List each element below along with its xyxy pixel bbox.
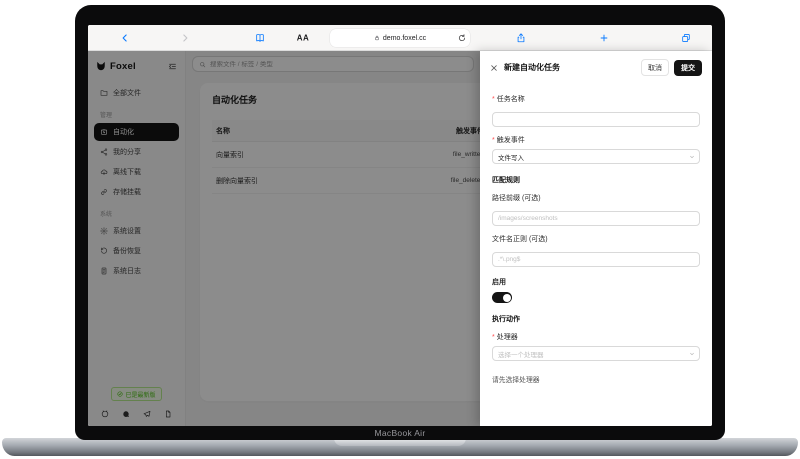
match-rules-section-title: 匹配规则: [492, 175, 700, 185]
tabs-icon[interactable]: [681, 33, 691, 43]
enabled-toggle[interactable]: [492, 292, 512, 303]
address-bar[interactable]: demo.foxel.cc: [330, 29, 470, 47]
required-mark: *: [492, 137, 495, 144]
drawer-header: 新建自动化任务 取消 提交: [480, 51, 712, 83]
required-mark: *: [492, 96, 495, 103]
toggle-knob: [503, 294, 511, 302]
chevron-down-icon: [689, 351, 695, 357]
drawer-title: 新建自动化任务: [504, 62, 560, 73]
trigger-event-value: 文件写入: [498, 152, 524, 162]
drawer-mask[interactable]: [88, 51, 480, 426]
action-section-title: 执行动作: [492, 314, 700, 324]
text-size-button[interactable]: AA: [297, 33, 310, 42]
filename-regex-input[interactable]: [492, 252, 700, 267]
back-icon[interactable]: [121, 33, 130, 42]
task-name-label: * 任务名称: [492, 94, 700, 104]
forward-icon[interactable]: [181, 33, 190, 42]
lock-icon: [374, 35, 380, 41]
share-icon[interactable]: [516, 32, 526, 43]
macbook-mockup: AA demo.foxel.cc: [0, 0, 800, 459]
path-prefix-label: 路径前缀 (可选): [492, 193, 700, 203]
laptop-base: [2, 438, 798, 456]
enabled-label: 启用: [492, 277, 700, 287]
foxel-app: Foxel 全部文件 管理: [88, 51, 712, 426]
cancel-button[interactable]: 取消: [641, 59, 669, 76]
submit-button[interactable]: 提交: [674, 60, 702, 76]
task-name-input[interactable]: [492, 112, 700, 127]
processor-select[interactable]: 选择一个处理器: [492, 346, 700, 361]
trigger-event-select[interactable]: 文件写入: [492, 149, 700, 164]
close-icon[interactable]: [490, 64, 498, 72]
chevron-down-icon: [689, 154, 695, 160]
path-prefix-input[interactable]: [492, 211, 700, 226]
processor-label: * 处理器: [492, 332, 700, 342]
drawer-form: * 任务名称 * 触发事件 文件写入: [480, 83, 712, 426]
device-label: MacBook Air: [75, 428, 725, 438]
screen: AA demo.foxel.cc: [88, 25, 712, 426]
processor-placeholder: 选择一个处理器: [498, 349, 544, 359]
reading-list-icon[interactable]: [255, 33, 265, 43]
required-mark: *: [492, 334, 495, 341]
url-text: demo.foxel.cc: [383, 35, 426, 42]
new-task-drawer: 新建自动化任务 取消 提交 * 任务名称 *: [480, 51, 712, 426]
safari-toolbar: AA demo.foxel.cc: [88, 25, 712, 51]
laptop-bezel: AA demo.foxel.cc: [75, 5, 725, 440]
trigger-event-label: * 触发事件: [492, 135, 700, 145]
new-tab-icon[interactable]: [599, 33, 609, 43]
reload-icon[interactable]: [458, 34, 466, 42]
filename-regex-label: 文件名正则 (可选): [492, 234, 700, 244]
processor-helper-text: 请先选择处理器: [492, 374, 700, 384]
